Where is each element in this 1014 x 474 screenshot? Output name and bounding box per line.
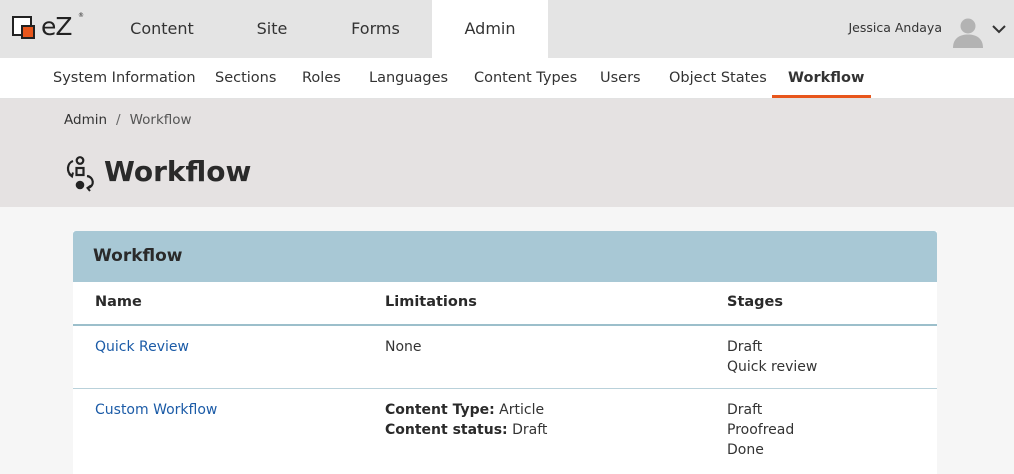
logo-square-orange — [21, 25, 35, 39]
tab-workflow[interactable]: Workflow — [788, 58, 864, 99]
name-cell: Custom Workflow — [95, 400, 217, 420]
column-header-stages: Stages — [727, 294, 784, 310]
sub-nav: System Information Sections Roles Langua… — [0, 58, 1014, 99]
breadcrumb-current: Workflow — [129, 112, 192, 128]
limitations-cell: None — [385, 339, 422, 355]
stage: Proofread — [727, 422, 795, 438]
workflow-icon — [66, 156, 94, 192]
ez-logo[interactable]: eZ ® — [12, 12, 84, 44]
main-nav-site[interactable]: Site — [222, 0, 322, 58]
workflow-link-quick-review[interactable]: Quick Review — [95, 339, 189, 355]
tab-content-types[interactable]: Content Types — [474, 58, 577, 99]
page-title: Workflow — [104, 155, 252, 188]
tab-object-states[interactable]: Object States — [669, 58, 767, 99]
card-header: Workflow — [73, 231, 937, 282]
chevron-down-icon[interactable] — [990, 20, 1008, 38]
tab-languages[interactable]: Languages — [369, 58, 448, 99]
limitation: Content status: Draft — [385, 420, 547, 440]
main-nav-admin[interactable]: Admin — [432, 0, 548, 58]
avatar-icon[interactable] — [952, 16, 984, 48]
logo-text: eZ — [41, 12, 73, 41]
limitation: Content Type: Article — [385, 400, 547, 420]
limitations-cell: Content Type: Article Content status: Dr… — [385, 400, 547, 440]
header-divider — [73, 324, 937, 326]
workflow-card: Workflow Name Limitations Stages Quick R… — [73, 231, 937, 474]
tab-roles[interactable]: Roles — [302, 58, 341, 99]
limitation-value: Article — [499, 402, 545, 418]
breadcrumb-separator: / — [116, 112, 121, 128]
name-cell: Quick Review — [95, 337, 189, 357]
breadcrumb: Admin / Workflow — [64, 112, 192, 128]
main-nav: Content Site Forms Admin — [102, 0, 548, 58]
limitation-value: Draft — [512, 422, 548, 438]
stages-cell: Draft Quick review — [727, 337, 817, 377]
column-header-limitations: Limitations — [385, 294, 477, 310]
breadcrumb-admin[interactable]: Admin — [64, 112, 107, 128]
row-divider — [73, 388, 937, 389]
tab-system-information[interactable]: System Information — [53, 58, 196, 99]
stage: Draft — [727, 402, 763, 418]
top-bar: eZ ® Content Site Forms Admin Jessica An… — [0, 0, 1014, 58]
user-name[interactable]: Jessica Andaya — [848, 20, 942, 35]
stage: Draft — [727, 339, 763, 355]
logo-trademark: ® — [78, 12, 84, 19]
column-header-name: Name — [95, 294, 142, 310]
limitation-label: Content status: — [385, 422, 508, 438]
main-nav-content[interactable]: Content — [102, 0, 222, 58]
page-header: Admin / Workflow Workflow — [0, 99, 1014, 207]
stage: Done — [727, 442, 764, 458]
limitation-label: Content Type: — [385, 402, 495, 418]
stage: Quick review — [727, 359, 818, 375]
tab-users[interactable]: Users — [600, 58, 641, 99]
main-nav-forms[interactable]: Forms — [322, 0, 429, 58]
active-tab-indicator — [772, 95, 871, 98]
stages-cell: Draft Proofread Done — [727, 400, 794, 460]
tab-sections[interactable]: Sections — [215, 58, 276, 99]
workflow-link-custom-workflow[interactable]: Custom Workflow — [95, 402, 217, 418]
card-title: Workflow — [93, 246, 183, 266]
